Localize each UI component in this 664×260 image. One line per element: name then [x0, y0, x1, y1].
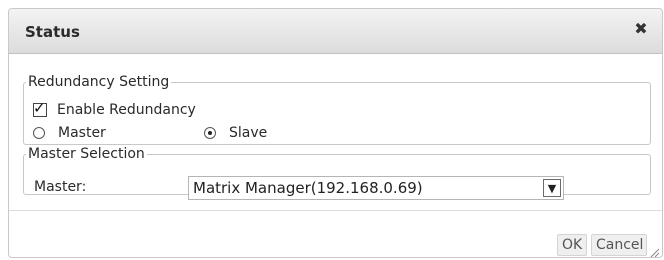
master-select[interactable]: Matrix Manager(192.168.0.69) ▼	[188, 176, 564, 200]
master-selection-legend: Master Selection	[28, 146, 145, 162]
chevron-down-icon[interactable]: ▼	[543, 179, 561, 197]
enable-redundancy-checkbox[interactable]: ✓	[33, 99, 47, 117]
master-select-value: Matrix Manager(192.168.0.69)	[193, 179, 423, 197]
master-radio-label: Master	[58, 125, 106, 141]
master-radio-row[interactable]: Master	[33, 125, 106, 141]
checkmark-icon: ✓	[33, 99, 46, 117]
slave-radio-row[interactable]: Slave	[204, 125, 267, 141]
status-dialog: Status ✖ Redundancy Setting ✓ Enable Red…	[8, 8, 663, 258]
dialog-title: Status	[25, 23, 80, 41]
close-icon[interactable]: ✖	[632, 20, 650, 38]
master-radio[interactable]	[33, 127, 45, 139]
dialog-content: Redundancy Setting ✓ Enable Redundancy M…	[9, 53, 662, 210]
cancel-button[interactable]: Cancel	[591, 234, 647, 256]
redundancy-setting-legend: Redundancy Setting	[28, 74, 170, 90]
enable-redundancy-row[interactable]: ✓ Enable Redundancy	[33, 99, 196, 118]
dialog-footer: OK Cancel	[9, 210, 662, 260]
master-selection-group: Master Selection Master: Matrix Manager(…	[23, 146, 651, 200]
dialog-titlebar[interactable]: Status ✖	[9, 9, 662, 54]
master-label: Master:	[34, 179, 87, 195]
slave-radio[interactable]	[204, 127, 216, 139]
ok-button[interactable]: OK	[557, 234, 587, 256]
resize-grip-icon[interactable]	[650, 248, 660, 258]
slave-radio-label: Slave	[229, 125, 268, 141]
enable-redundancy-label: Enable Redundancy	[57, 102, 196, 118]
